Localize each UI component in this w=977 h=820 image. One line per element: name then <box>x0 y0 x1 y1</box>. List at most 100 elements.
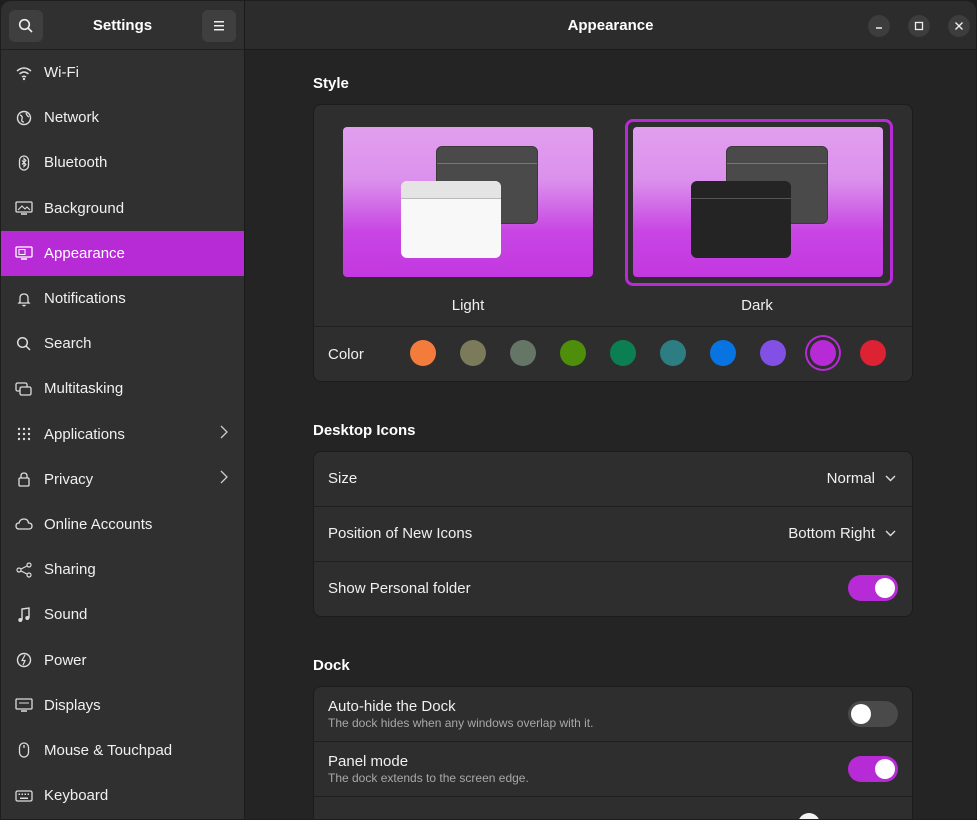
dark-theme-label: Dark <box>741 297 773 314</box>
icon-position-row[interactable]: Position of New Icons Bottom Right <box>314 506 912 562</box>
color-swatch-red[interactable] <box>860 340 886 366</box>
sidebar-item-sound[interactable]: Sound <box>1 592 244 637</box>
sidebar-item-label: Sharing <box>44 561 96 579</box>
sidebar-item-network[interactable]: Network <box>1 95 244 140</box>
sidebar-item-background[interactable]: Background <box>1 186 244 231</box>
chevron-right-icon <box>220 470 228 488</box>
sidebar-item-label: Search <box>44 335 92 353</box>
sidebar-item-label: Network <box>44 109 100 127</box>
icon-size-value: Normal <box>826 470 875 487</box>
sidebar-item-keyboard[interactable]: Keyboard <box>1 773 244 818</box>
light-theme-label: Light <box>451 297 485 314</box>
sidebar-item-search[interactable]: Search <box>1 321 244 366</box>
panel-mode-row: Panel mode The dock extends to the scree… <box>314 741 912 797</box>
sidebar-item-label: Online Accounts <box>44 515 153 533</box>
dark-theme-option[interactable] <box>633 127 883 277</box>
menu-button[interactable] <box>202 10 236 42</box>
desktop-icons-heading: Desktop Icons <box>313 422 416 439</box>
color-row: Color <box>314 326 912 381</box>
sidebar-item-label: Privacy <box>44 470 94 488</box>
color-swatch-viridian[interactable] <box>610 340 636 366</box>
icon-position-value: Bottom Right <box>788 525 875 542</box>
sidebar-item-label: Background <box>44 199 125 217</box>
slider-handle[interactable] <box>798 813 820 819</box>
search-icon <box>15 335 33 353</box>
color-swatch-prussian-green[interactable] <box>660 340 686 366</box>
color-swatch-magenta[interactable] <box>810 340 836 366</box>
icon-position-label: Position of New Icons <box>328 525 473 542</box>
main-header: Appearance <box>245 1 976 50</box>
dock-card: Auto-hide the Dock The dock hides when a… <box>313 686 913 819</box>
power-icon <box>15 651 33 669</box>
sidebar-item-applications[interactable]: Applications <box>1 412 244 457</box>
grid-icon <box>15 425 33 443</box>
network-icon <box>15 109 33 127</box>
panel-mode-toggle[interactable] <box>848 756 898 782</box>
sidebar-item-displays[interactable]: Displays <box>1 683 244 728</box>
sidebar-item-label: Appearance <box>44 244 125 262</box>
sidebar-item-online-accounts[interactable]: Online Accounts <box>1 502 244 547</box>
sidebar-item-notifications[interactable]: Notifications <box>1 276 244 321</box>
minimize-button[interactable] <box>868 15 890 37</box>
sidebar-item-label: Bluetooth <box>44 154 108 172</box>
sidebar-item-power[interactable]: Power <box>1 637 244 682</box>
share-icon <box>15 561 33 579</box>
color-swatch-purple[interactable] <box>760 340 786 366</box>
personal-folder-toggle[interactable] <box>848 575 898 601</box>
panel-mode-subtitle: The dock extends to the screen edge. <box>328 771 529 785</box>
sidebar-item-bluetooth[interactable]: Bluetooth <box>1 140 244 185</box>
chevron-right-icon <box>220 425 228 443</box>
autohide-toggle[interactable] <box>848 701 898 727</box>
light-theme-option[interactable] <box>343 127 593 277</box>
sidebar: Settings Wi-Fi Network Bluetooth Backgro… <box>1 1 245 819</box>
maximize-button[interactable] <box>908 15 930 37</box>
sidebar-item-label: Keyboard <box>44 787 109 805</box>
sidebar-item-mouse-touchpad[interactable]: Mouse & Touchpad <box>1 728 244 773</box>
panel-mode-label: Panel mode <box>328 753 409 770</box>
color-swatch-olive[interactable] <box>560 340 586 366</box>
appearance-icon <box>15 244 33 262</box>
sidebar-item-label: Sound <box>44 606 88 624</box>
sidebar-item-sharing[interactable]: Sharing <box>1 547 244 592</box>
close-button[interactable] <box>948 15 970 37</box>
color-swatch-orange[interactable] <box>410 340 436 366</box>
sidebar-item-label: Power <box>44 651 87 669</box>
icon-size-slider-row <box>314 796 912 819</box>
hamburger-menu-icon <box>214 21 224 31</box>
color-label: Color <box>328 346 364 363</box>
sidebar-item-label: Wi-Fi <box>44 64 79 82</box>
color-swatch-sage[interactable] <box>510 340 536 366</box>
style-heading: Style <box>313 75 349 92</box>
sidebar-item-privacy[interactable]: Privacy <box>1 457 244 502</box>
sidebar-item-label: Mouse & Touchpad <box>44 741 173 759</box>
main-panel: Appearance Style Light Dark Color Deskto… <box>245 1 976 819</box>
autohide-subtitle: The dock hides when any windows overlap … <box>328 716 594 730</box>
color-swatch-bark[interactable] <box>460 340 486 366</box>
keyboard-icon <box>15 787 33 805</box>
sidebar-item-appearance[interactable]: Appearance <box>1 230 244 276</box>
icon-position-dropdown[interactable]: Bottom Right <box>788 525 896 542</box>
personal-folder-label: Show Personal folder <box>328 580 471 597</box>
bluetooth-icon <box>15 154 33 172</box>
sidebar-item-wifi[interactable]: Wi-Fi <box>1 50 244 95</box>
lock-icon <box>15 470 33 488</box>
background-icon <box>15 199 33 217</box>
music-note-icon <box>15 606 33 624</box>
multitasking-icon <box>15 380 33 398</box>
sidebar-header: Settings <box>1 1 244 50</box>
color-swatch-blue[interactable] <box>710 340 736 366</box>
page-title: Appearance <box>567 17 654 34</box>
cloud-icon <box>15 515 33 533</box>
chevron-down-icon <box>885 475 896 482</box>
sidebar-list: Wi-Fi Network Bluetooth Background Appea… <box>1 50 244 818</box>
icon-size-dropdown[interactable]: Normal <box>827 470 896 487</box>
sidebar-item-label: Displays <box>44 696 101 714</box>
icon-size-row[interactable]: Size Normal <box>314 452 912 506</box>
preview-window-front <box>691 181 791 258</box>
sidebar-item-multitasking[interactable]: Multitasking <box>1 366 244 411</box>
wifi-icon <box>15 64 33 82</box>
close-icon <box>955 22 963 30</box>
sidebar-item-label: Applications <box>44 425 125 443</box>
icon-size-label: Size <box>328 470 358 487</box>
autohide-label: Auto-hide the Dock <box>328 698 456 715</box>
